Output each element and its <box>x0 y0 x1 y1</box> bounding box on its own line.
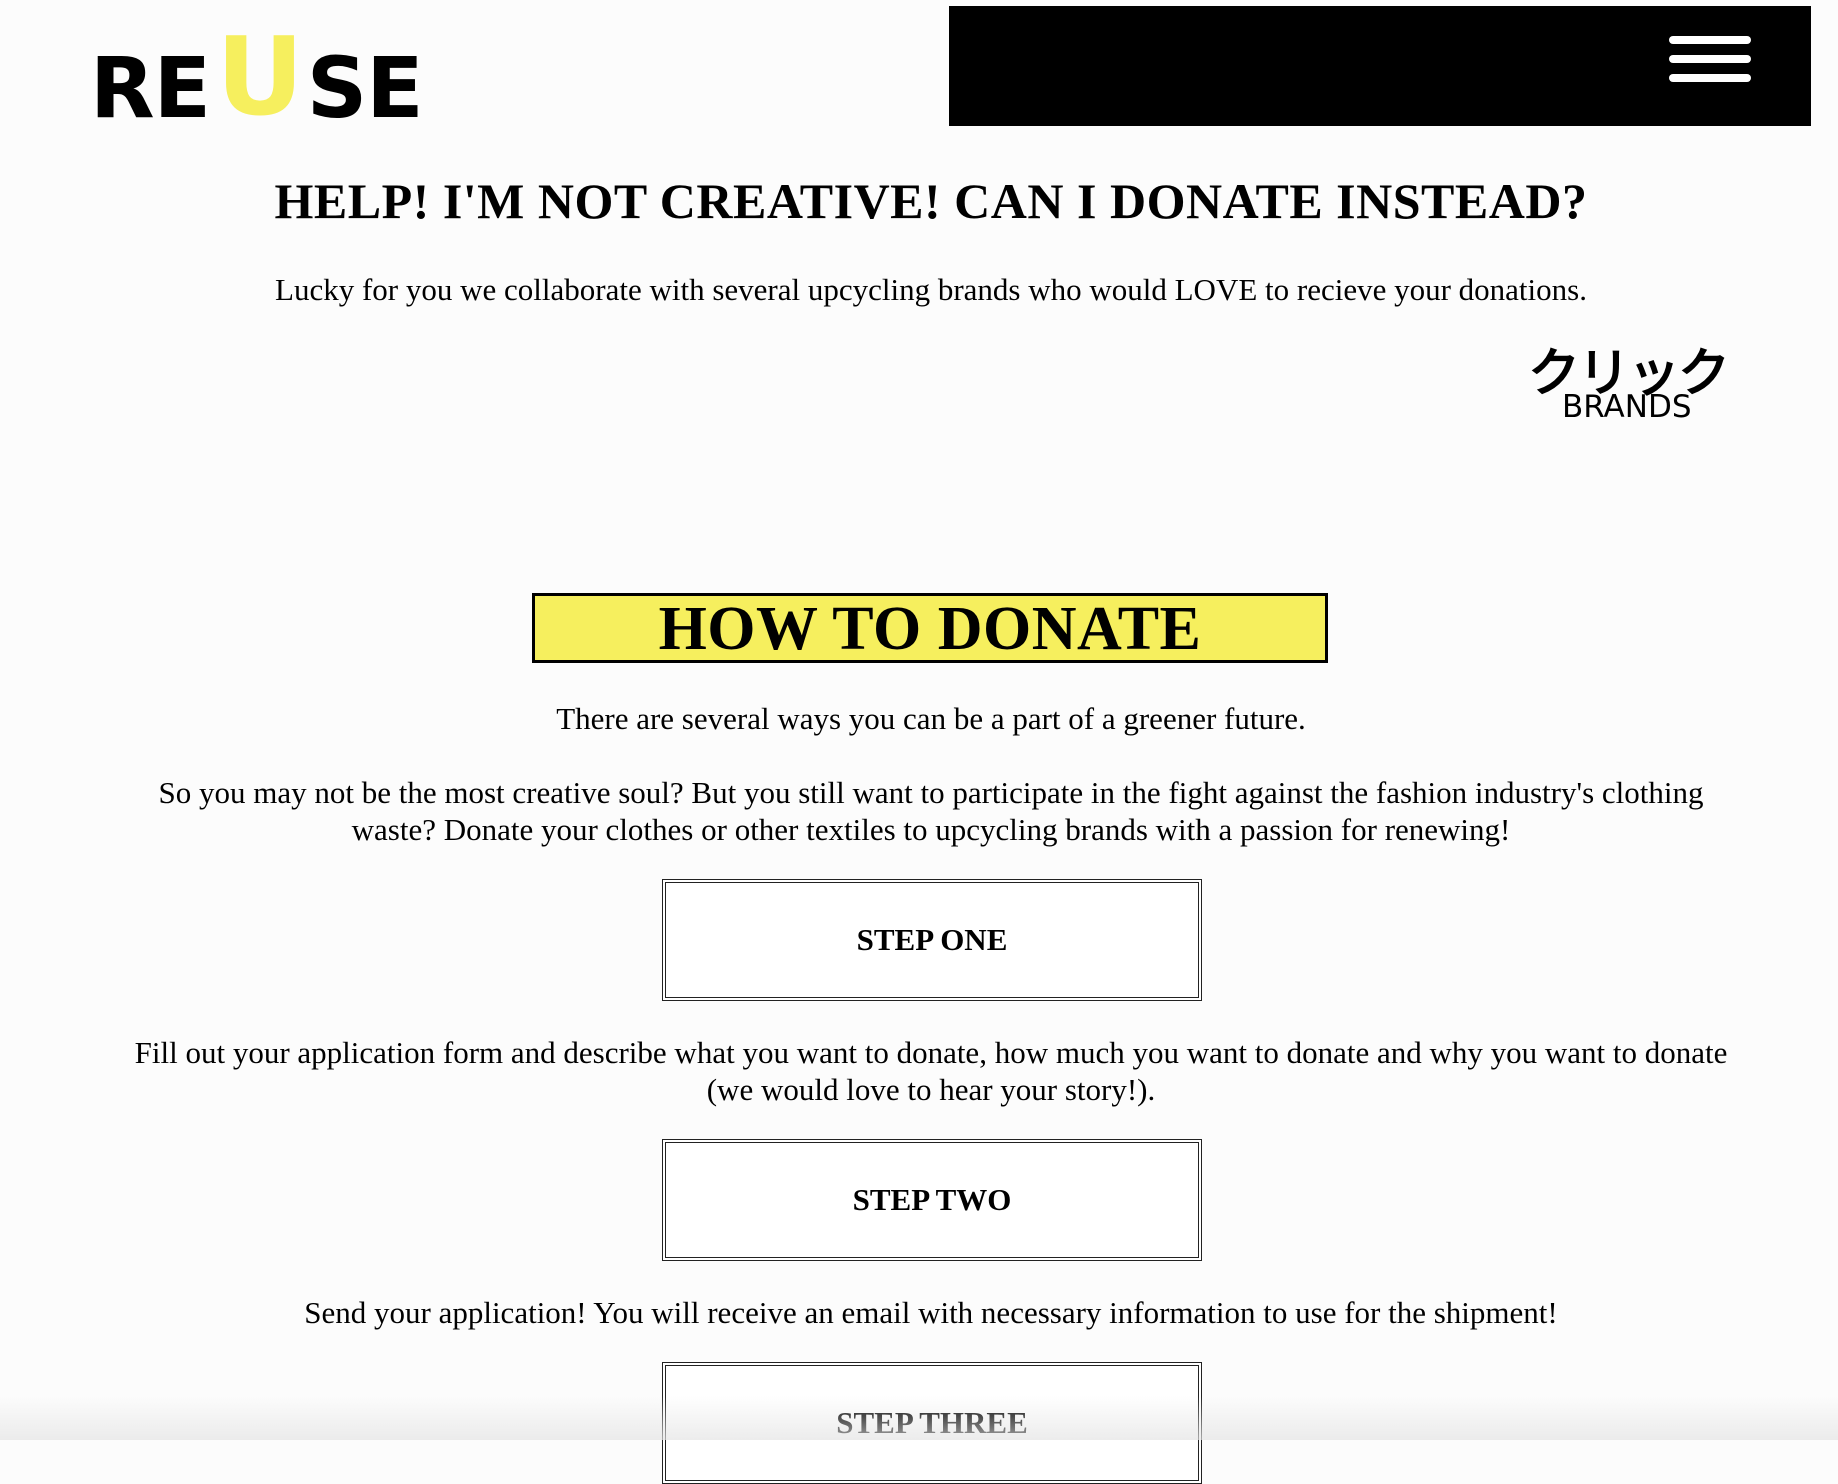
step-one-button[interactable]: STEP ONE <box>662 879 1202 1001</box>
step-two-text: Send your application! You will receive … <box>304 1295 1558 1330</box>
intro-text: Lucky for you we collaborate with severa… <box>275 272 1587 307</box>
brands-link-label: BRANDS <box>1562 389 1692 425</box>
brands-link[interactable]: クリック BRANDS <box>1528 348 1730 428</box>
nav-bar <box>949 6 1811 126</box>
donate-subtitle: There are several ways you can be a part… <box>556 701 1306 736</box>
step-two-button[interactable]: STEP TWO <box>662 1139 1202 1261</box>
menu-bar-top <box>1669 36 1751 44</box>
step-three-button[interactable]: STEP THREE <box>662 1362 1202 1484</box>
hamburger-menu-icon[interactable] <box>1669 36 1751 82</box>
menu-bar-middle <box>1669 55 1751 63</box>
how-to-donate-heading: HOW TO DONATE <box>532 593 1328 663</box>
donate-description: So you may not be the most creative soul… <box>158 775 1704 847</box>
step-one-text: Fill out your application form and descr… <box>134 1035 1728 1107</box>
reuse-logo[interactable]: RE U SE <box>90 24 424 137</box>
logo-suffix: SE <box>306 39 424 137</box>
logo-prefix: RE <box>90 39 211 137</box>
logo-highlight-letter: U <box>216 15 304 140</box>
page-title: HELP! I'M NOT CREATIVE! CAN I DONATE INS… <box>274 173 1588 229</box>
menu-bar-bottom <box>1669 74 1751 82</box>
